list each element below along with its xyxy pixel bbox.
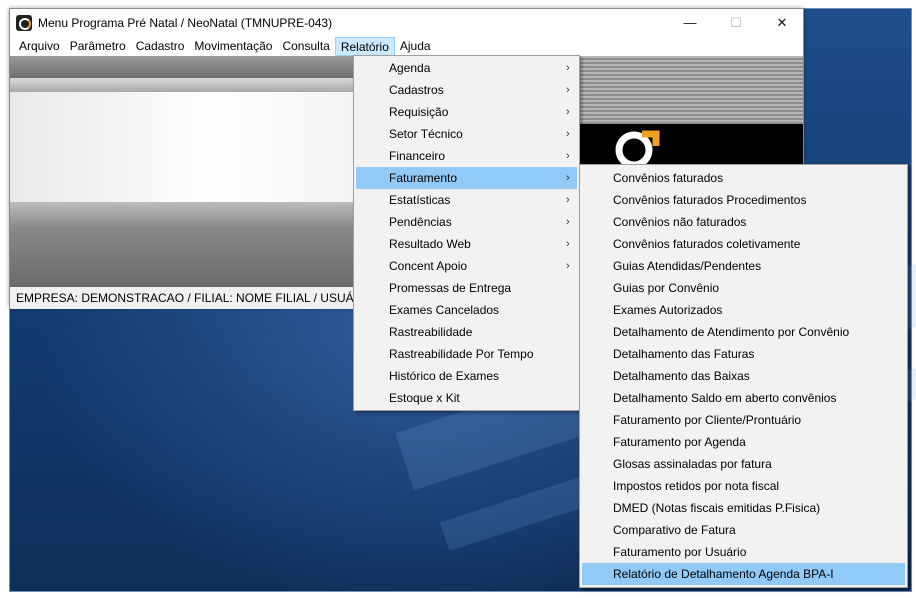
faturamento-item[interactable]: Convênios faturados: [582, 167, 905, 189]
menu-item-label: Guias Atendidas/Pendentes: [613, 259, 762, 273]
company-logo-icon: [615, 130, 660, 168]
menu-item-label: Faturamento: [389, 171, 458, 185]
faturamento-item[interactable]: Faturamento por Usuário: [582, 541, 905, 563]
menu-item-label: Detalhamento Saldo em aberto convênios: [613, 391, 837, 405]
menu-item-label: Glosas assinaladas por fatura: [613, 457, 772, 471]
menu-item-label: Histórico de Exames: [389, 369, 500, 383]
minimize-button[interactable]: —: [667, 9, 713, 36]
faturamento-item[interactable]: Faturamento por Cliente/Prontuário: [582, 409, 905, 431]
menu-item-label: Comparativo de Fatura: [613, 523, 736, 537]
faturamento-item[interactable]: Glosas assinaladas por fatura: [582, 453, 905, 475]
relatorio-item-promessas-de-entrega[interactable]: Promessas de Entrega: [356, 277, 577, 299]
logo-panel: [576, 124, 803, 169]
menu-arquivo[interactable]: Arquivo: [14, 37, 65, 56]
faturamento-item[interactable]: Detalhamento das Baixas: [582, 365, 905, 387]
chevron-right-icon: ›: [566, 84, 570, 96]
relatorio-item-financeiro[interactable]: Financeiro ›: [356, 145, 577, 167]
menu-item-label: Impostos retidos por nota fiscal: [613, 479, 780, 493]
relatorio-item-concent-apoio[interactable]: Concent Apoio ›: [356, 255, 577, 277]
menu-item-label: Convênios faturados coletivamente: [613, 237, 801, 251]
close-button[interactable]: ✕: [759, 9, 805, 36]
relatorio-item-requisicao[interactable]: Requisição ›: [356, 101, 577, 123]
faturamento-item[interactable]: Convênios faturados Procedimentos: [582, 189, 905, 211]
maximize-button[interactable]: ☐: [713, 9, 759, 36]
relatorio-item-setor-tecnico[interactable]: Setor Técnico ›: [356, 123, 577, 145]
relatorio-item-agenda[interactable]: Agenda ›: [356, 57, 577, 79]
menu-item-label: Estoque x Kit: [389, 391, 460, 405]
menu-item-label: DMED (Notas fiscais emitidas P.Fisica): [613, 501, 821, 515]
menu-item-label: Exames Autorizados: [613, 303, 723, 317]
chevron-right-icon: ›: [566, 172, 570, 184]
menu-parametro[interactable]: Parâmetro: [65, 37, 131, 56]
menu-item-label: Relatório de Detalhamento Agenda BPA-I: [613, 567, 834, 581]
faturamento-submenu: Convênios faturados Convênios faturados …: [579, 164, 908, 588]
relatorio-dropdown: Agenda › Cadastros › Requisição › Setor Téc…: [353, 55, 580, 411]
chevron-right-icon: ›: [566, 238, 570, 250]
faturamento-item[interactable]: Detalhamento de Atendimento por Convênio: [582, 321, 905, 343]
faturamento-item[interactable]: Faturamento por Agenda: [582, 431, 905, 453]
chevron-right-icon: ›: [566, 62, 570, 74]
relatorio-item-rastreabilidade-por-tempo[interactable]: Rastreabilidade Por Tempo: [356, 343, 577, 365]
menu-item-label: Convênios faturados: [613, 171, 724, 185]
relatorio-item-resultado-web[interactable]: Resultado Web ›: [356, 233, 577, 255]
menu-movimentacao[interactable]: Movimentação: [189, 37, 277, 56]
faturamento-item[interactable]: Comparativo de Fatura: [582, 519, 905, 541]
menu-item-label: Exames Cancelados: [389, 303, 500, 317]
relatorio-item-rastreabilidade[interactable]: Rastreabilidade: [356, 321, 577, 343]
menu-item-label: Faturamento por Usuário: [613, 545, 747, 559]
faturamento-item[interactable]: Convênios não faturados: [582, 211, 905, 233]
menu-item-label: Concent Apoio: [389, 259, 468, 273]
menu-item-label: Rastreabilidade: [389, 325, 473, 339]
relatorio-item-estoque-x-kit[interactable]: Estoque x Kit: [356, 387, 577, 409]
menu-bar: Arquivo Parâmetro Cadastro Movimentação …: [10, 36, 803, 56]
relatorio-item-estatisticas[interactable]: Estatísticas ›: [356, 189, 577, 211]
relatorio-item-exames-cancelados[interactable]: Exames Cancelados: [356, 299, 577, 321]
menu-item-label: Rastreabilidade Por Tempo: [389, 347, 534, 361]
faturamento-item[interactable]: Exames Autorizados: [582, 299, 905, 321]
menu-item-label: Financeiro: [389, 149, 446, 163]
menu-item-label: Faturamento por Cliente/Prontuário: [613, 413, 802, 427]
relatorio-item-historico-de-exames[interactable]: Histórico de Exames: [356, 365, 577, 387]
menu-item-label: Estatísticas: [389, 193, 451, 207]
menu-item-label: Detalhamento das Faturas: [613, 347, 755, 361]
menu-item-label: Convênios não faturados: [613, 215, 747, 229]
relatorio-item-faturamento[interactable]: Faturamento ›: [356, 167, 577, 189]
faturamento-item[interactable]: Guias por Convênio: [582, 277, 905, 299]
faturamento-item[interactable]: Detalhamento Saldo em aberto convênios: [582, 387, 905, 409]
faturamento-item[interactable]: Convênios faturados coletivamente: [582, 233, 905, 255]
menu-item-label: Detalhamento de Atendimento por Convênio: [613, 325, 850, 339]
chevron-right-icon: ›: [566, 260, 570, 272]
faturamento-item[interactable]: DMED (Notas fiscais emitidas P.Fisica): [582, 497, 905, 519]
faturamento-item-highlighted[interactable]: Relatório de Detalhamento Agenda BPA-I: [582, 563, 905, 585]
menu-item-label: Detalhamento das Baixas: [613, 369, 750, 383]
chevron-right-icon: ›: [566, 194, 570, 206]
menu-consulta[interactable]: Consulta: [277, 37, 334, 56]
chevron-right-icon: ›: [566, 216, 570, 228]
menu-item-label: Cadastros: [389, 83, 444, 97]
relatorio-item-cadastros[interactable]: Cadastros ›: [356, 79, 577, 101]
chevron-right-icon: ›: [566, 128, 570, 140]
menu-item-label: Promessas de Entrega: [389, 281, 512, 295]
app-logo-icon[interactable]: [16, 14, 32, 31]
menu-ajuda[interactable]: Ajuda: [395, 37, 436, 56]
menu-item-label: Convênios faturados Procedimentos: [613, 193, 807, 207]
menu-item-label: Resultado Web: [389, 237, 471, 251]
relatorio-item-pendencias[interactable]: Pendências ›: [356, 211, 577, 233]
menu-item-label: Pendências: [389, 215, 452, 229]
title-bar: Menu Programa Pré Natal / NeoNatal (TMNU…: [10, 9, 803, 36]
menu-item-label: Agenda: [389, 61, 431, 75]
menu-cadastro[interactable]: Cadastro: [131, 37, 190, 56]
faturamento-item[interactable]: Guias Atendidas/Pendentes: [582, 255, 905, 277]
menu-item-label: Guias por Convênio: [613, 281, 720, 295]
menu-item-label: Requisição: [389, 105, 449, 119]
menu-relatorio[interactable]: Relatório: [334, 36, 395, 56]
faturamento-item[interactable]: Impostos retidos por nota fiscal: [582, 475, 905, 497]
backdrop-stripes: [576, 56, 803, 124]
faturamento-item[interactable]: Detalhamento das Faturas: [582, 343, 905, 365]
menu-item-label: Setor Técnico: [389, 127, 463, 141]
chevron-right-icon: ›: [566, 106, 570, 118]
chevron-right-icon: ›: [566, 150, 570, 162]
window-title: Menu Programa Pré Natal / NeoNatal (TMNU…: [38, 15, 333, 30]
menu-item-label: Faturamento por Agenda: [613, 435, 746, 449]
